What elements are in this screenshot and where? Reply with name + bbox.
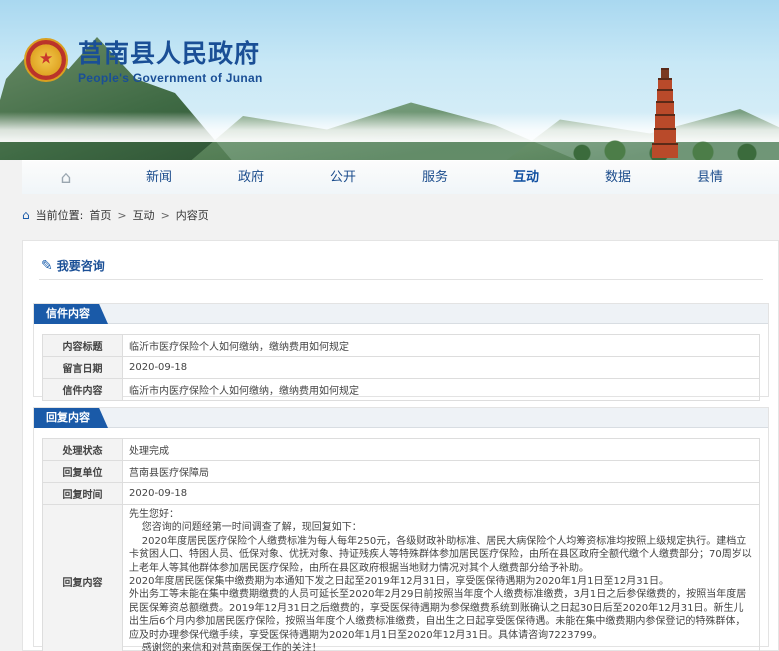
- site-logo[interactable]: 莒南县人民政府 People's Government of Junan: [24, 34, 263, 85]
- nav-item-county-info[interactable]: 县情: [685, 161, 735, 195]
- section-title: 回复内容: [34, 408, 108, 428]
- main-nav: ⌂ 新闻 政府 公开 服务 互动 数据 县情: [22, 160, 779, 194]
- table-row: 留言日期 2020-09-18: [42, 356, 760, 379]
- field-label: 回复时间: [42, 482, 123, 505]
- panel-title: 我要咨询: [56, 259, 105, 273]
- reply-paragraph: 2020年度居民医保集中缴费期为本通知下发之日起至2019年12月31日，享受医…: [129, 576, 669, 588]
- nav-item-data[interactable]: 数据: [593, 161, 643, 195]
- national-emblem-icon: [24, 37, 68, 82]
- nav-item-open[interactable]: 公开: [318, 161, 368, 195]
- field-value: 莒南县医疗保障局: [122, 460, 760, 483]
- section-header: 回复内容: [34, 408, 768, 428]
- home-icon: ⌂: [22, 208, 30, 222]
- field-label: 留言日期: [42, 356, 123, 379]
- site-title: 莒南县人民政府: [78, 39, 261, 68]
- field-label: 回复单位: [42, 460, 123, 483]
- reply-paragraph: 感谢您的来信和对莒南医保工作的关注！: [129, 643, 322, 651]
- consult-panel: ✎ 我要咨询 信件内容 内容标题 临沂市医疗保险个人如何缴纳，缴纳费用如何规定 …: [22, 240, 779, 651]
- nav-item-interaction[interactable]: 互动: [501, 161, 551, 195]
- section-title: 信件内容: [34, 304, 108, 324]
- field-value: 处理完成: [122, 438, 760, 461]
- table-row: 回复内容 先生您好： 您咨询的问题经第一时间调查了解，现回复如下： 2020年度…: [42, 503, 760, 651]
- breadcrumb-current: 内容页: [175, 209, 209, 222]
- field-label: 回复内容: [42, 503, 123, 651]
- nav-item-news[interactable]: 新闻: [134, 161, 184, 195]
- section-header: 信件内容: [34, 304, 768, 324]
- field-label: 内容标题: [42, 334, 123, 357]
- panel-header: ✎ 我要咨询: [41, 257, 105, 274]
- site-banner: 莒南县人民政府 People's Government of Junan: [0, 0, 779, 160]
- nav-home[interactable]: ⌂: [22, 161, 110, 195]
- divider: [39, 279, 763, 280]
- home-icon: ⌂: [60, 167, 72, 188]
- nav-item-government[interactable]: 政府: [226, 161, 276, 195]
- reply-table: 处理状态 处理完成 回复单位 莒南县医疗保障局 回复时间 2020-09-18 …: [42, 438, 760, 651]
- table-row: 回复单位 莒南县医疗保障局: [42, 460, 760, 483]
- reply-paragraph: 外出务工等未能在集中缴费期缴费的人员可延长至2020年2月29日前按照当年度个人…: [129, 589, 747, 641]
- reply-paragraph: 2020年度居民医疗保险个人缴费标准为每人每年250元，各级财政补助标准、居民大…: [129, 535, 752, 574]
- breadcrumb: ⌂ 当前位置: 首页 > 互动 > 内容页: [22, 205, 209, 225]
- edit-icon: ✎: [41, 257, 53, 274]
- breadcrumb-separator: >: [117, 208, 127, 222]
- table-row: 内容标题 临沂市医疗保险个人如何缴纳，缴纳费用如何规定: [42, 334, 760, 357]
- site-subtitle: People's Government of Junan: [78, 71, 263, 85]
- reply-section: 回复内容 处理状态 处理完成 回复单位 莒南县医疗保障局 回复时间 2020-0…: [33, 407, 769, 651]
- field-label: 处理状态: [42, 438, 123, 461]
- reply-content: 先生您好： 您咨询的问题经第一时间调查了解，现回复如下： 2020年度居民医疗保…: [122, 503, 760, 651]
- table-row: 回复时间 2020-09-18: [42, 482, 760, 505]
- field-value: 临沂市医疗保险个人如何缴纳，缴纳费用如何规定: [122, 334, 760, 357]
- reply-paragraph: 先生您好：: [129, 509, 179, 520]
- field-value: 2020-09-18: [122, 356, 760, 379]
- reply-paragraph: 您咨询的问题经第一时间调查了解，现回复如下：: [129, 522, 362, 534]
- field-label: 信件内容: [42, 378, 123, 401]
- breadcrumb-home[interactable]: 首页: [89, 207, 111, 223]
- letter-table: 内容标题 临沂市医疗保险个人如何缴纳，缴纳费用如何规定 留言日期 2020-09…: [42, 334, 760, 401]
- table-row: 处理状态 处理完成: [42, 438, 760, 461]
- breadcrumb-separator: >: [160, 208, 170, 222]
- field-value: 2020-09-18: [122, 482, 760, 505]
- pagoda-icon: [652, 68, 678, 158]
- breadcrumb-label: 当前位置:: [35, 209, 84, 222]
- table-row: 信件内容 临沂市内医疗保险个人如何缴纳，缴纳费用如何规定: [42, 378, 760, 401]
- field-value: 临沂市内医疗保险个人如何缴纳，缴纳费用如何规定: [122, 378, 760, 401]
- nav-item-service[interactable]: 服务: [410, 161, 460, 195]
- breadcrumb-interaction[interactable]: 互动: [133, 207, 155, 223]
- letter-section: 信件内容 内容标题 临沂市医疗保险个人如何缴纳，缴纳费用如何规定 留言日期 20…: [33, 303, 769, 401]
